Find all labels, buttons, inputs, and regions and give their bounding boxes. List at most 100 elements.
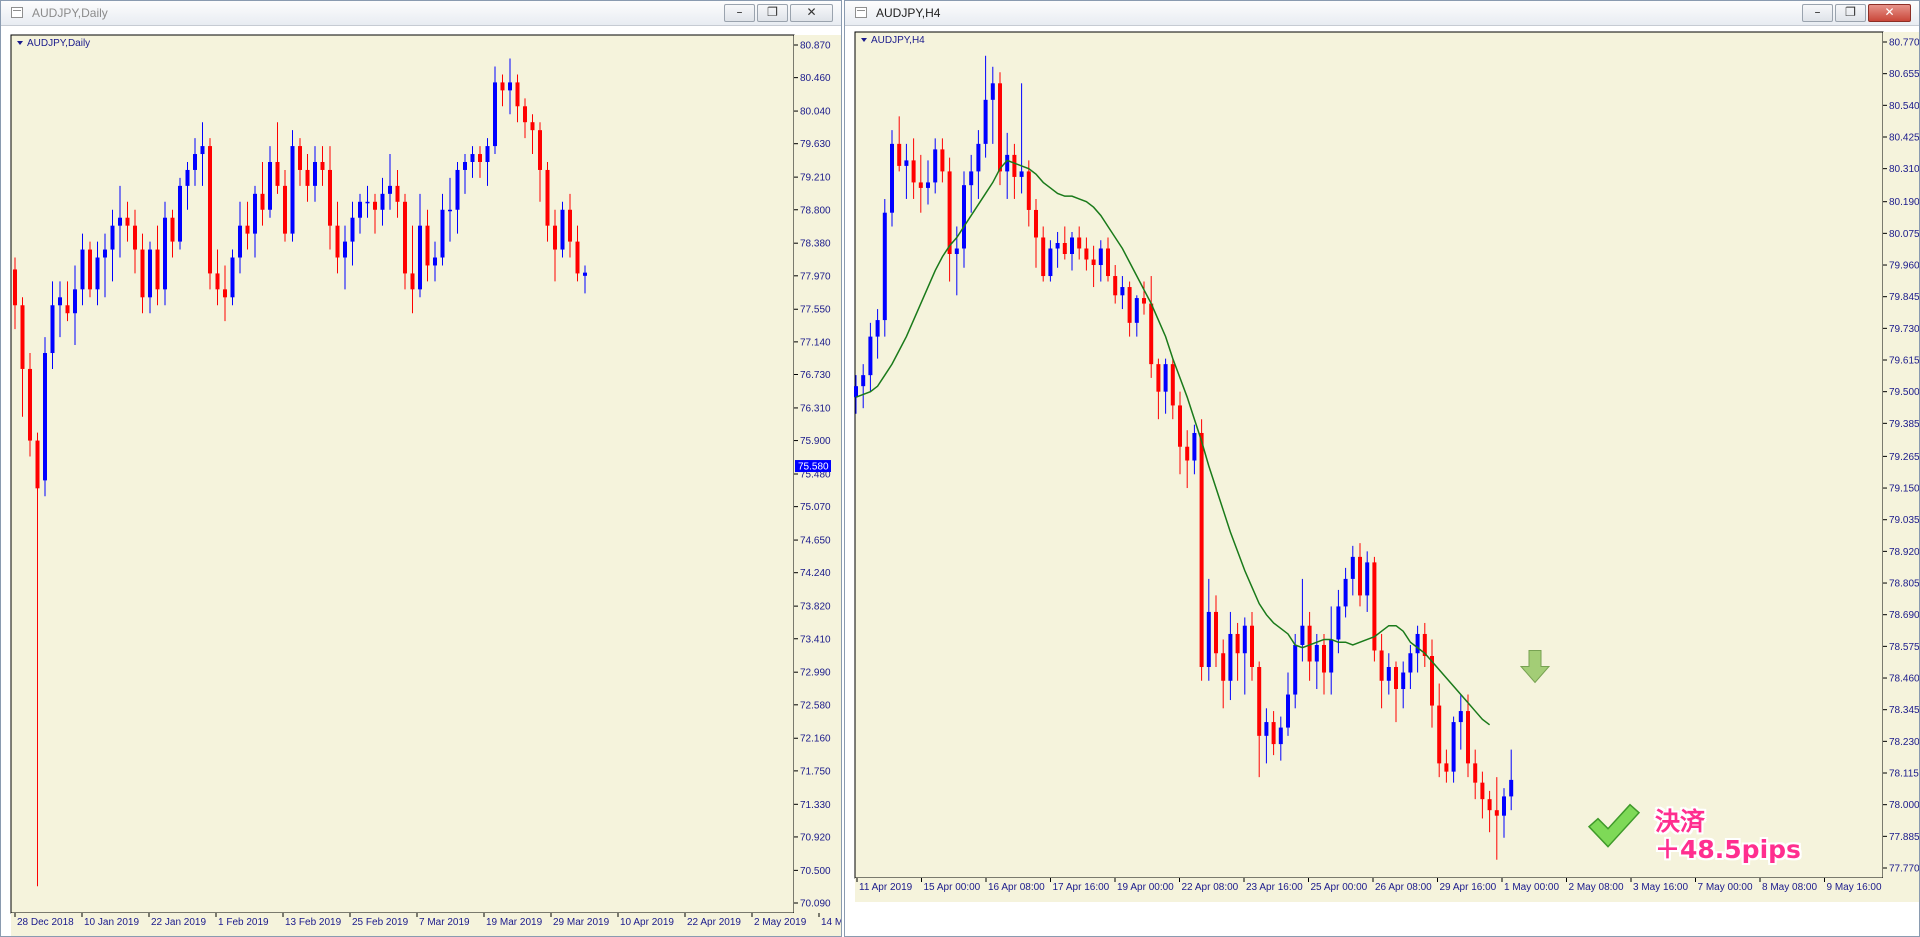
candle-body [395,185,400,202]
candle-body [380,193,385,210]
candle-body [897,143,902,166]
y-tick-label: 77.550 [800,305,831,316]
candle-body [185,169,190,186]
plot-area [11,35,794,913]
candle-body [463,162,467,170]
candle-body [1012,154,1017,177]
candle-body [1415,633,1420,654]
candle-body [328,169,332,226]
candle-body [1005,154,1010,172]
candle-body [983,99,988,144]
candle-body [868,336,873,376]
candle-body [583,272,587,276]
candle-body [1386,667,1391,681]
daily-chart-window[interactable]: AUDJPY,Daily – ❐ ✕ AUDJPY,Daily 80.870 80.… [0,0,842,937]
y-tick-label: 79.845 [1889,292,1919,303]
chart-symbol-label: AUDJPY,H4 [871,35,925,46]
candle-body [918,182,923,188]
y-tick-label: 77.885 [1889,832,1919,843]
candle-body [298,146,302,170]
y-tick-label: 77.140 [800,337,831,348]
candle-body [998,83,1002,172]
candle-body [1502,796,1506,816]
candle-body [515,82,520,107]
y-tick-label: 75.070 [800,502,831,513]
x-tick-label: 29 Apr 16:00 [1440,882,1497,893]
candle-body [260,193,265,210]
window-title: AUDJPY,H4 [876,6,941,20]
candle-body [1091,259,1096,266]
close-button[interactable]: ✕ [790,4,833,22]
y-tick-label: 79.500 [1889,387,1919,398]
close-button[interactable]: ✕ [1868,4,1911,22]
candle-body [343,241,347,258]
candle-body [485,146,490,162]
candle-body [238,225,242,258]
candle-body [433,257,437,266]
x-tick-label: 3 May 16:00 [1633,882,1688,893]
h4-candlestick-chart[interactable]: AUDJPY,H4 80.770 80.655 80.540 80.425 80.310 8… [845,25,1919,936]
x-tick-label: 11 Apr 2019 [859,882,913,893]
candle-body [1206,611,1211,668]
candle-body [155,249,160,290]
candle-body [290,146,295,234]
candle-body [208,146,212,274]
candle-body [335,225,340,258]
candle-body [575,241,580,274]
daily-candlestick-chart[interactable]: AUDJPY,Daily 80.870 80.460 80.040 79.630 79.2… [1,25,841,936]
settlement-label: 決済 [1655,807,1706,836]
candle-body [1142,298,1146,304]
x-tick-label: 19 Apr 00:00 [1117,882,1174,893]
x-tick-label: 25 Feb 2019 [352,917,409,928]
candle-body [1199,432,1204,668]
y-tick-label: 73.410 [800,634,831,645]
candle-body [1113,276,1118,296]
candle-body [1509,779,1514,797]
candle-body [215,273,220,290]
window-titlebar[interactable]: AUDJPY,H4 – ❐ ✕ [845,1,1919,26]
minimize-button[interactable]: – [1802,4,1833,22]
candle-body [1214,611,1218,654]
candle-body [947,171,952,255]
x-tick-label: 28 Dec 2018 [17,917,74,928]
window-titlebar[interactable]: AUDJPY,Daily – ❐ ✕ [1,1,841,26]
x-tick-label: 1 Feb 2019 [218,917,269,928]
candle-body [410,273,415,290]
restore-button[interactable]: ❐ [1835,4,1866,22]
candle-body [553,225,557,250]
y-tick-label: 80.190 [1889,197,1919,208]
x-tick-label: 26 Apr 08:00 [1375,882,1432,893]
candle-body [1221,653,1226,681]
x-tick-label: 2 May 2019 [754,917,807,928]
y-tick-label: 70.500 [800,866,831,877]
y-tick-label: 80.425 [1889,132,1919,143]
x-tick-label: 17 Apr 16:00 [1053,882,1110,893]
candle-body [926,182,930,188]
candle-body [193,154,197,170]
y-tick-label: 80.870 [800,41,831,52]
candle-body [133,225,137,250]
minimize-button[interactable]: – [724,4,755,22]
restore-button[interactable]: ❐ [757,4,788,22]
candle-body [470,154,475,162]
x-tick-label: 7 May 00:00 [1698,882,1753,893]
candle-body [1163,364,1168,392]
candle-body [861,375,866,387]
candle-body [1192,432,1197,461]
candle-body [358,201,362,218]
candle-body [1026,171,1031,210]
candle-body [118,217,122,226]
x-tick-label: 25 Apr 00:00 [1311,882,1368,893]
y-tick-label: 73.820 [800,602,831,613]
candle-body [148,249,152,298]
h4-chart-window[interactable]: AUDJPY,H4 – ❐ ✕ AUDJPY,H4 80.770 80.655 80.… [844,0,1920,937]
candle-body [1185,446,1190,461]
candle-body [1278,727,1283,745]
candle-body [1062,242,1067,255]
candle-body [365,201,370,204]
x-tick-label: 14 May 2019 [821,917,841,928]
candle-body [1055,242,1060,249]
y-tick-label: 72.580 [800,700,831,711]
candle-body [178,185,182,242]
x-tick-label: 13 Feb 2019 [285,917,342,928]
